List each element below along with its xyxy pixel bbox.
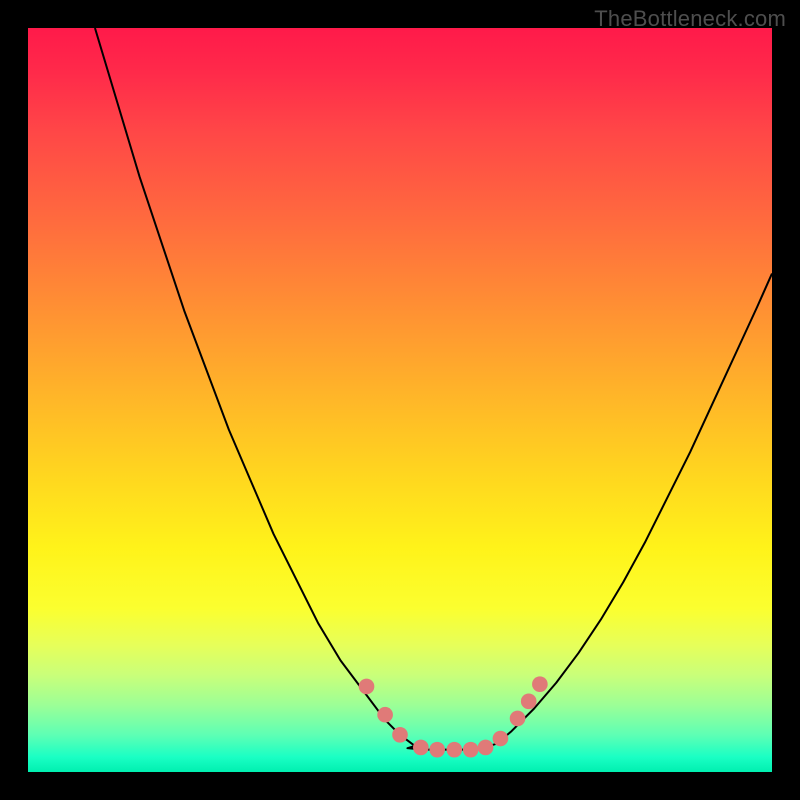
marker-dot — [429, 742, 445, 758]
marker-dot — [413, 740, 429, 756]
marker-dot — [521, 694, 537, 710]
marker-dot — [493, 731, 509, 747]
marker-dot — [463, 742, 479, 758]
marker-dot — [447, 742, 463, 758]
curves-svg — [28, 28, 772, 772]
marker-dot — [510, 711, 526, 727]
marker-dot — [377, 707, 393, 723]
marker-dot — [359, 679, 375, 695]
bottleneck-curve — [95, 28, 772, 750]
watermark-text: TheBottleneck.com — [594, 6, 786, 32]
plot-area — [28, 28, 772, 772]
chart-frame: TheBottleneck.com — [0, 0, 800, 800]
marker-dot — [478, 740, 494, 756]
marker-group — [359, 676, 548, 757]
marker-dot — [532, 676, 548, 692]
marker-dot — [392, 727, 408, 743]
curve-group — [95, 28, 772, 750]
